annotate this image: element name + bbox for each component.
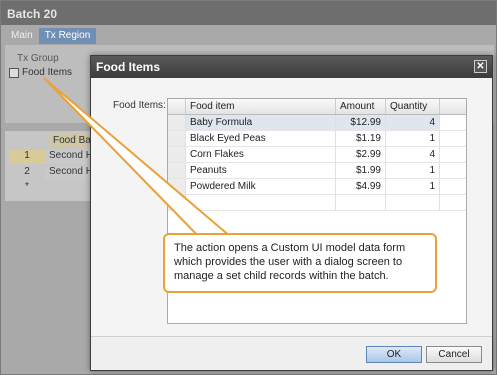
food-items-ribbon-button[interactable]: Food Items bbox=[9, 67, 72, 78]
cell-food-item[interactable]: Black Eyed Peas bbox=[186, 131, 336, 146]
cell-amount[interactable]: $1.19 bbox=[336, 131, 386, 146]
batch-tabs: Main Tx Region bbox=[5, 28, 97, 44]
column-header-amount[interactable]: Amount bbox=[336, 99, 386, 114]
annotation-callout: The action opens a Custom UI model data … bbox=[163, 233, 437, 293]
form-icon bbox=[9, 67, 19, 78]
cell-quantity[interactable]: 4 bbox=[386, 147, 440, 162]
row-filler bbox=[440, 195, 466, 210]
tab-main[interactable]: Main bbox=[5, 28, 39, 44]
table-row[interactable]: Black Eyed Peas $1.19 1 bbox=[168, 131, 466, 147]
cell-amount[interactable]: $2.99 bbox=[336, 147, 386, 162]
food-items-dialog: Food Items ✕ Food Items: Food item Amoun… bbox=[90, 55, 493, 371]
cell-quantity[interactable] bbox=[386, 195, 440, 210]
batch-new-row[interactable]: * bbox=[9, 181, 45, 195]
header-filler bbox=[440, 99, 466, 114]
cell-quantity[interactable]: 1 bbox=[386, 131, 440, 146]
tx-group-label: Tx Group bbox=[17, 53, 59, 64]
cell-quantity[interactable]: 4 bbox=[386, 115, 440, 130]
row-selector[interactable] bbox=[168, 147, 186, 162]
grid-header: Food item Amount Quantity bbox=[168, 99, 466, 115]
cell-quantity[interactable]: 1 bbox=[386, 163, 440, 178]
close-icon[interactable]: ✕ bbox=[474, 60, 487, 73]
row-selector-header bbox=[168, 99, 186, 114]
row-number: 2 bbox=[24, 166, 30, 177]
row-filler bbox=[440, 147, 466, 162]
batch-row[interactable]: 1 Second H bbox=[9, 150, 95, 164]
cell-amount[interactable] bbox=[336, 195, 386, 210]
cell-food-item[interactable]: Baby Formula bbox=[186, 115, 336, 130]
table-row[interactable]: Baby Formula $12.99 4 bbox=[168, 115, 466, 131]
row-number: * bbox=[25, 181, 29, 192]
cell-amount[interactable]: $4.99 bbox=[336, 179, 386, 194]
row-value: Second H bbox=[45, 166, 95, 180]
dialog-footer: OK Cancel bbox=[91, 336, 492, 370]
cell-food-item[interactable] bbox=[186, 195, 336, 210]
row-filler bbox=[440, 179, 466, 194]
cancel-button[interactable]: Cancel bbox=[426, 346, 482, 363]
tab-tx-region[interactable]: Tx Region bbox=[38, 28, 97, 44]
row-selector[interactable] bbox=[168, 179, 186, 194]
row-selector[interactable] bbox=[168, 115, 186, 130]
cell-food-item[interactable]: Powdered Milk bbox=[186, 179, 336, 194]
row-filler bbox=[440, 115, 466, 130]
row-number: 1 bbox=[9, 150, 45, 164]
cell-quantity[interactable]: 1 bbox=[386, 179, 440, 194]
row-selector[interactable] bbox=[168, 163, 186, 178]
row-filler bbox=[440, 131, 466, 146]
cell-amount[interactable]: $12.99 bbox=[336, 115, 386, 130]
food-items-ribbon-label: Food Items bbox=[22, 67, 73, 78]
dialog-titlebar: Food Items ✕ bbox=[91, 56, 492, 78]
row-value: Second H bbox=[45, 150, 95, 164]
ok-button[interactable]: OK bbox=[366, 346, 422, 363]
batch-row[interactable]: 2 Second H bbox=[9, 166, 95, 180]
cell-amount[interactable]: $1.99 bbox=[336, 163, 386, 178]
row-filler bbox=[440, 163, 466, 178]
cell-food-item[interactable]: Peanuts bbox=[186, 163, 336, 178]
food-items-field-label: Food Items: bbox=[113, 100, 166, 111]
table-row[interactable]: Peanuts $1.99 1 bbox=[168, 163, 466, 179]
new-row-marker[interactable]: * bbox=[168, 195, 186, 210]
row-selector[interactable] bbox=[168, 131, 186, 146]
table-row[interactable]: Powdered Milk $4.99 1 bbox=[168, 179, 466, 195]
cell-food-item[interactable]: Corn Flakes bbox=[186, 147, 336, 162]
new-row[interactable]: * bbox=[168, 195, 466, 211]
table-row[interactable]: Corn Flakes $2.99 4 bbox=[168, 147, 466, 163]
dialog-title: Food Items bbox=[96, 60, 161, 74]
batch-window-title: Batch 20 bbox=[1, 1, 496, 25]
column-header-food-item[interactable]: Food item bbox=[186, 99, 336, 114]
column-header-quantity[interactable]: Quantity bbox=[386, 99, 440, 114]
